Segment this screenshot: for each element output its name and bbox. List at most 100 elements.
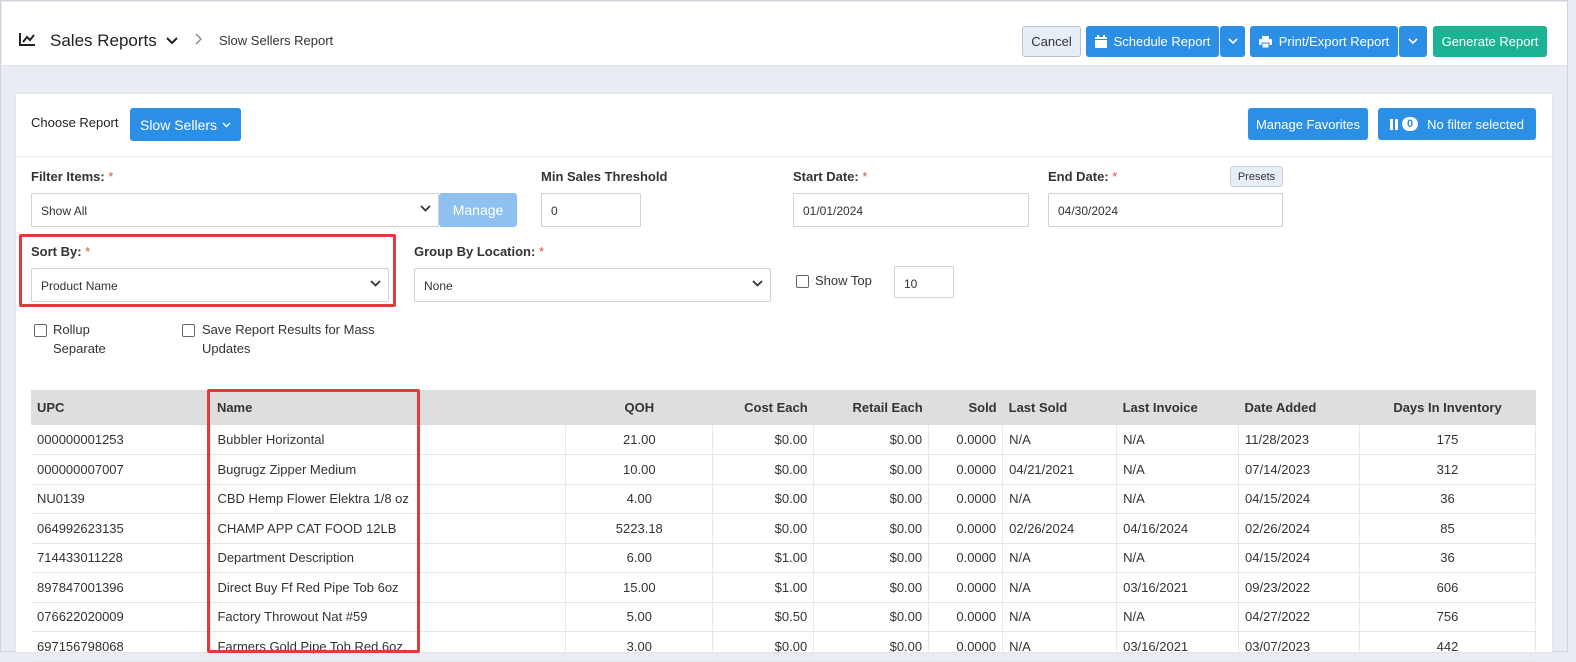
print-export-button[interactable]: Print/Export Report [1250,26,1398,57]
cell-last-sold: N/A [1002,484,1118,514]
cell-last-invoice: N/A [1116,602,1240,632]
filter-button[interactable]: 0 No filter selected [1378,108,1536,140]
sort-by-label-text: Sort By: [31,244,82,259]
generate-report-button[interactable]: Generate Report [1433,26,1547,57]
table-header-row: UPC Name QOH Cost Each Retail Each Sold … [31,390,1536,425]
cell-cost-each: $1.00 [712,572,815,603]
end-date-input[interactable]: 04/30/2024 [1048,193,1283,227]
filter-items-label: Filter Items: * [31,169,113,184]
sort-by-label: Sort By: * [31,244,90,259]
cell-upc: 000000001253 [31,425,212,455]
cell-date-added: 11/28/2023 [1238,425,1361,455]
filter-items-value: Show All [41,204,88,218]
report-select-button[interactable]: Slow Sellers [130,108,241,141]
cell-last-invoice: 04/16/2024 [1116,513,1240,544]
cell-upc: NU0139 [31,484,212,514]
column-header-cost-each[interactable]: Cost Each [712,390,814,425]
cell-sold: 0.0000 [928,454,1004,485]
table-row[interactable]: NU0139 CBD Hemp Flower Elektra 1/8 oz 4.00… [31,484,1536,514]
chevron-down-icon [222,122,231,127]
column-header-qoh[interactable]: QOH [565,390,713,425]
min-sales-input[interactable]: 0 [541,193,641,227]
start-date-input[interactable]: 01/01/2024 [793,193,1029,227]
column-header-date-added[interactable]: Date Added [1238,390,1360,425]
min-sales-label: Min Sales Threshold [541,169,668,184]
generate-report-label: Generate Report [1441,34,1539,49]
table-row[interactable]: 897847001396 Direct Buy Ff Red Pipe Tob 6… [31,572,1536,603]
cell-last-sold: N/A [1002,572,1118,603]
table-row[interactable]: 076622020009 Factory Throwout Nat #59 5.00… [31,602,1536,632]
group-by-label-text: Group By Location: [414,244,536,259]
show-top-input[interactable]: 10 [894,266,954,298]
cell-sold: 0.0000 [928,602,1004,632]
cell-sold: 0.0000 [928,484,1004,514]
cell-date-added: 09/23/2022 [1238,572,1361,603]
report-select-label: Slow Sellers [139,116,218,133]
choose-report-label: Choose Report [31,115,119,130]
cell-days-in-inventory: 36 [1359,543,1536,573]
cell-last-invoice: N/A [1116,425,1240,455]
rollup-label-line1: Rollup [53,322,90,337]
table-row[interactable]: 064992623135 CHAMP APP CAT FOOD 12LB 5223.… [31,513,1536,544]
column-header-last-invoice[interactable]: Last Invoice [1116,390,1239,425]
column-header-name[interactable]: Name [210,390,566,425]
group-by-location-select[interactable]: None [414,268,771,302]
cell-retail-each: $0.00 [813,513,930,544]
cell-name: CBD Hemp Flower Elektra 1/8 oz [210,484,567,514]
cell-name: CHAMP APP CAT FOOD 12LB [210,513,567,544]
column-header-days-in-inventory[interactable]: Days In Inventory [1359,390,1536,425]
save-results-checkbox[interactable] [182,324,195,337]
print-export-dropdown[interactable] [1399,26,1427,57]
cell-sold: 0.0000 [928,543,1004,573]
min-sales-value: 0 [551,204,558,218]
column-header-last-sold[interactable]: Last Sold [1002,390,1117,425]
column-header-sold[interactable]: Sold [928,390,1003,425]
presets-label: Presets [1237,170,1276,183]
table-row[interactable]: 000000007007 Bugrugz Zipper Medium 10.00 $0… [31,454,1536,485]
cancel-button[interactable]: Cancel [1022,26,1081,57]
cell-days-in-inventory: 36 [1359,484,1536,514]
cell-last-invoice: N/A [1116,454,1240,485]
cell-retail-each: $0.00 [813,484,930,514]
sort-by-select[interactable]: Product Name [31,268,389,302]
cell-retail-each: $0.00 [813,631,930,662]
end-date-label-text: End Date: [1048,169,1109,184]
required-mark: * [1112,169,1118,184]
filter-items-select[interactable]: Show All [31,193,439,227]
manage-favorites-button[interactable]: Manage Favorites [1248,108,1368,140]
report-card: Choose Report Slow Sellers Manage Favori… [15,93,1553,662]
cell-cost-each: $0.00 [712,484,815,514]
column-header-upc[interactable]: UPC [31,390,211,425]
schedule-report-button[interactable]: Schedule Report [1086,26,1219,57]
cell-cost-each: $0.00 [712,631,815,662]
cell-upc: 076622020009 [31,602,212,632]
table-row[interactable]: 714433011228 Department Description 6.00 $1… [31,543,1536,573]
rollup-separate-checkbox[interactable] [34,324,47,337]
cell-last-invoice: N/A [1116,484,1240,514]
filter-status-label: No filter selected [1427,116,1524,132]
schedule-report-dropdown[interactable] [1220,26,1245,57]
show-top-checkbox[interactable] [796,275,809,288]
presets-button[interactable]: Presets [1230,166,1283,187]
chevron-down-icon[interactable] [166,36,178,48]
start-date-label: Start Date: * [793,169,867,184]
show-top-label: Show Top [815,273,872,288]
manage-favorites-label: Manage Favorites [1255,116,1361,132]
cell-cost-each: $0.50 [712,602,815,632]
cell-days-in-inventory: 312 [1359,454,1536,485]
sort-by-value: Product Name [41,279,118,293]
column-header-retail-each[interactable]: Retail Each [813,390,929,425]
chevron-down-icon [420,205,431,212]
required-mark: * [85,244,91,259]
cell-last-sold: N/A [1002,425,1118,455]
divider [16,156,1552,157]
cell-last-sold: 04/21/2021 [1002,454,1118,485]
manage-button[interactable]: Manage [439,193,517,227]
table-row[interactable]: 697156798068 Farmers Gold Pipe Tob Red 6o… [31,631,1536,662]
cell-cost-each: $0.00 [712,454,815,485]
cell-last-invoice: 03/16/2021 [1116,631,1240,662]
page-title[interactable]: Sales Reports [50,31,157,51]
printer-icon [1258,35,1272,48]
calendar-icon [1094,35,1107,48]
table-row[interactable]: 000000001253 Bubbler Horizontal 21.00 $0.00… [31,425,1536,455]
